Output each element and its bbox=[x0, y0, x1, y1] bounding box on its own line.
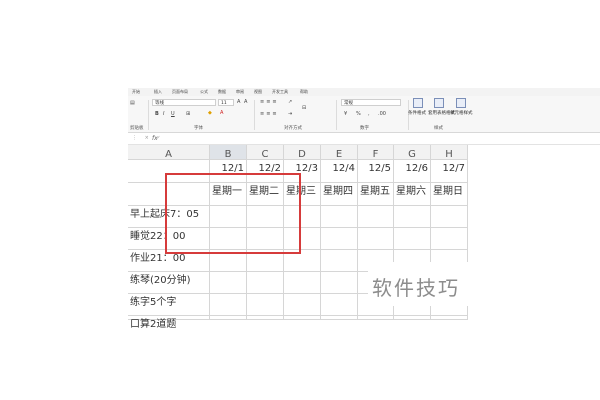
task-row-label[interactable]: 练琴(20分钟) bbox=[128, 272, 210, 294]
ribbon: ▤ 剪贴板 等线 11 A A B I U ⊞ ◆ A 字体 ≡≡≡ ↗ ≡≡≡… bbox=[128, 96, 600, 133]
annotation-rectangle bbox=[165, 173, 301, 254]
decimal-icon[interactable]: .00 bbox=[378, 111, 386, 117]
group-label-alignment: 对齐方式 bbox=[284, 126, 302, 131]
group-label-number: 数字 bbox=[360, 126, 369, 131]
column-header-b[interactable]: B bbox=[210, 145, 247, 160]
tab-developer[interactable]: 开发工具 bbox=[272, 88, 288, 96]
column-header-h[interactable]: H bbox=[431, 145, 468, 160]
column-header-f[interactable]: F bbox=[358, 145, 394, 160]
tab-formulas[interactable]: 公式 bbox=[200, 88, 208, 96]
currency-icon[interactable]: ¥ bbox=[344, 111, 347, 117]
task-cell[interactable] bbox=[247, 316, 284, 320]
task-cell[interactable] bbox=[210, 294, 247, 316]
font-color-icon[interactable]: A bbox=[220, 110, 223, 116]
paste-icon[interactable]: ▤ bbox=[130, 100, 135, 106]
date-cell[interactable]: 12/7 bbox=[431, 160, 468, 183]
tab-home[interactable]: 开始 bbox=[132, 88, 140, 96]
font-size-decrease-icon[interactable]: A bbox=[244, 99, 247, 105]
font-size-increase-icon[interactable]: A bbox=[237, 99, 240, 105]
column-header-a[interactable]: A bbox=[128, 145, 210, 160]
tab-view[interactable]: 视图 bbox=[254, 88, 262, 96]
cell-style-button[interactable]: 单元格样式 bbox=[450, 110, 473, 116]
cell-style-icon[interactable] bbox=[456, 98, 466, 108]
tab-insert[interactable]: 插入 bbox=[154, 88, 162, 96]
weekday-cell[interactable]: 星期四 bbox=[321, 183, 358, 206]
tab-review[interactable]: 审阅 bbox=[236, 88, 244, 96]
task-cell[interactable] bbox=[394, 228, 431, 250]
date-cell[interactable]: 12/5 bbox=[358, 160, 394, 183]
italic-button[interactable]: I bbox=[163, 111, 164, 117]
tab-help[interactable]: 帮助 bbox=[300, 88, 308, 96]
task-cell[interactable] bbox=[431, 228, 468, 250]
weekday-cell[interactable]: 星期日 bbox=[431, 183, 468, 206]
ribbon-tabs: 开始 插入 页面布局 公式 数据 审阅 视图 开发工具 帮助 bbox=[128, 88, 600, 96]
formula-controls[interactable]: ⋮ × ✓ bbox=[132, 135, 164, 141]
ribbon-divider bbox=[148, 100, 149, 130]
task-cell[interactable] bbox=[431, 316, 468, 320]
task-cell[interactable] bbox=[284, 294, 321, 316]
font-name-select[interactable]: 等线 bbox=[152, 99, 216, 106]
column-header-g[interactable]: G bbox=[394, 145, 431, 160]
align-top-icons[interactable]: ≡≡≡ bbox=[260, 99, 279, 105]
group-label-font: 字体 bbox=[194, 126, 203, 131]
task-cell[interactable] bbox=[321, 272, 358, 294]
comma-style-icon[interactable]: , bbox=[368, 111, 370, 117]
group-label-styles: 样式 bbox=[434, 126, 443, 131]
align-left-icons[interactable]: ≡≡≡ bbox=[260, 111, 279, 117]
task-cell[interactable] bbox=[284, 272, 321, 294]
task-cell[interactable] bbox=[247, 272, 284, 294]
column-header-c[interactable]: C bbox=[247, 145, 284, 160]
merge-center-icon[interactable]: ⊟ bbox=[302, 105, 306, 111]
tab-page-layout[interactable]: 页面布局 bbox=[172, 88, 188, 96]
ribbon-divider bbox=[254, 100, 255, 130]
task-cell[interactable] bbox=[321, 316, 358, 320]
task-cell[interactable] bbox=[321, 294, 358, 316]
date-cell[interactable]: 12/4 bbox=[321, 160, 358, 183]
border-icon[interactable]: ⊞ bbox=[186, 111, 190, 117]
fill-color-icon[interactable]: ◆ bbox=[208, 110, 212, 116]
ribbon-divider bbox=[336, 100, 337, 130]
watermark: 软件技巧 bbox=[368, 262, 498, 306]
table-format-icon[interactable] bbox=[434, 98, 444, 108]
conditional-format-icon[interactable] bbox=[413, 98, 423, 108]
date-cell[interactable]: 12/6 bbox=[394, 160, 431, 183]
orientation-icon[interactable]: ↗ bbox=[288, 99, 292, 105]
percent-icon[interactable]: % bbox=[356, 111, 361, 117]
column-header-e[interactable]: E bbox=[321, 145, 358, 160]
tab-data[interactable]: 数据 bbox=[218, 88, 226, 96]
task-cell[interactable] bbox=[394, 316, 431, 320]
group-label-clipboard: 剪贴板 bbox=[130, 126, 144, 131]
task-cell[interactable] bbox=[358, 228, 394, 250]
weekday-cell[interactable]: 星期六 bbox=[394, 183, 431, 206]
watermark-text: 软件技巧 bbox=[372, 276, 460, 300]
task-row-label[interactable]: 练字5个字 bbox=[128, 294, 210, 316]
conditional-format-button[interactable]: 条件格式 bbox=[408, 110, 426, 116]
task-row-label[interactable]: 口算2道题 bbox=[128, 316, 210, 330]
task-cell[interactable] bbox=[394, 206, 431, 228]
indent-icon[interactable]: ⇥ bbox=[288, 111, 292, 117]
number-format-select[interactable]: 常规 bbox=[341, 99, 401, 106]
task-cell[interactable] bbox=[210, 272, 247, 294]
task-cell[interactable] bbox=[247, 294, 284, 316]
weekday-cell[interactable]: 星期五 bbox=[358, 183, 394, 206]
task-cell[interactable] bbox=[210, 316, 247, 320]
font-size-select[interactable]: 11 bbox=[218, 99, 234, 106]
task-cell[interactable] bbox=[358, 206, 394, 228]
task-cell[interactable] bbox=[431, 206, 468, 228]
column-header-d[interactable]: D bbox=[284, 145, 321, 160]
task-cell[interactable] bbox=[321, 206, 358, 228]
task-cell[interactable] bbox=[321, 250, 358, 272]
task-cell[interactable] bbox=[284, 316, 321, 320]
formula-bar: ⋮ × ✓ fx bbox=[128, 134, 600, 145]
underline-button[interactable]: U bbox=[171, 111, 175, 117]
fx-icon[interactable]: fx bbox=[152, 135, 158, 142]
task-cell[interactable] bbox=[321, 228, 358, 250]
task-cell[interactable] bbox=[358, 316, 394, 320]
bold-button[interactable]: B bbox=[155, 111, 159, 117]
